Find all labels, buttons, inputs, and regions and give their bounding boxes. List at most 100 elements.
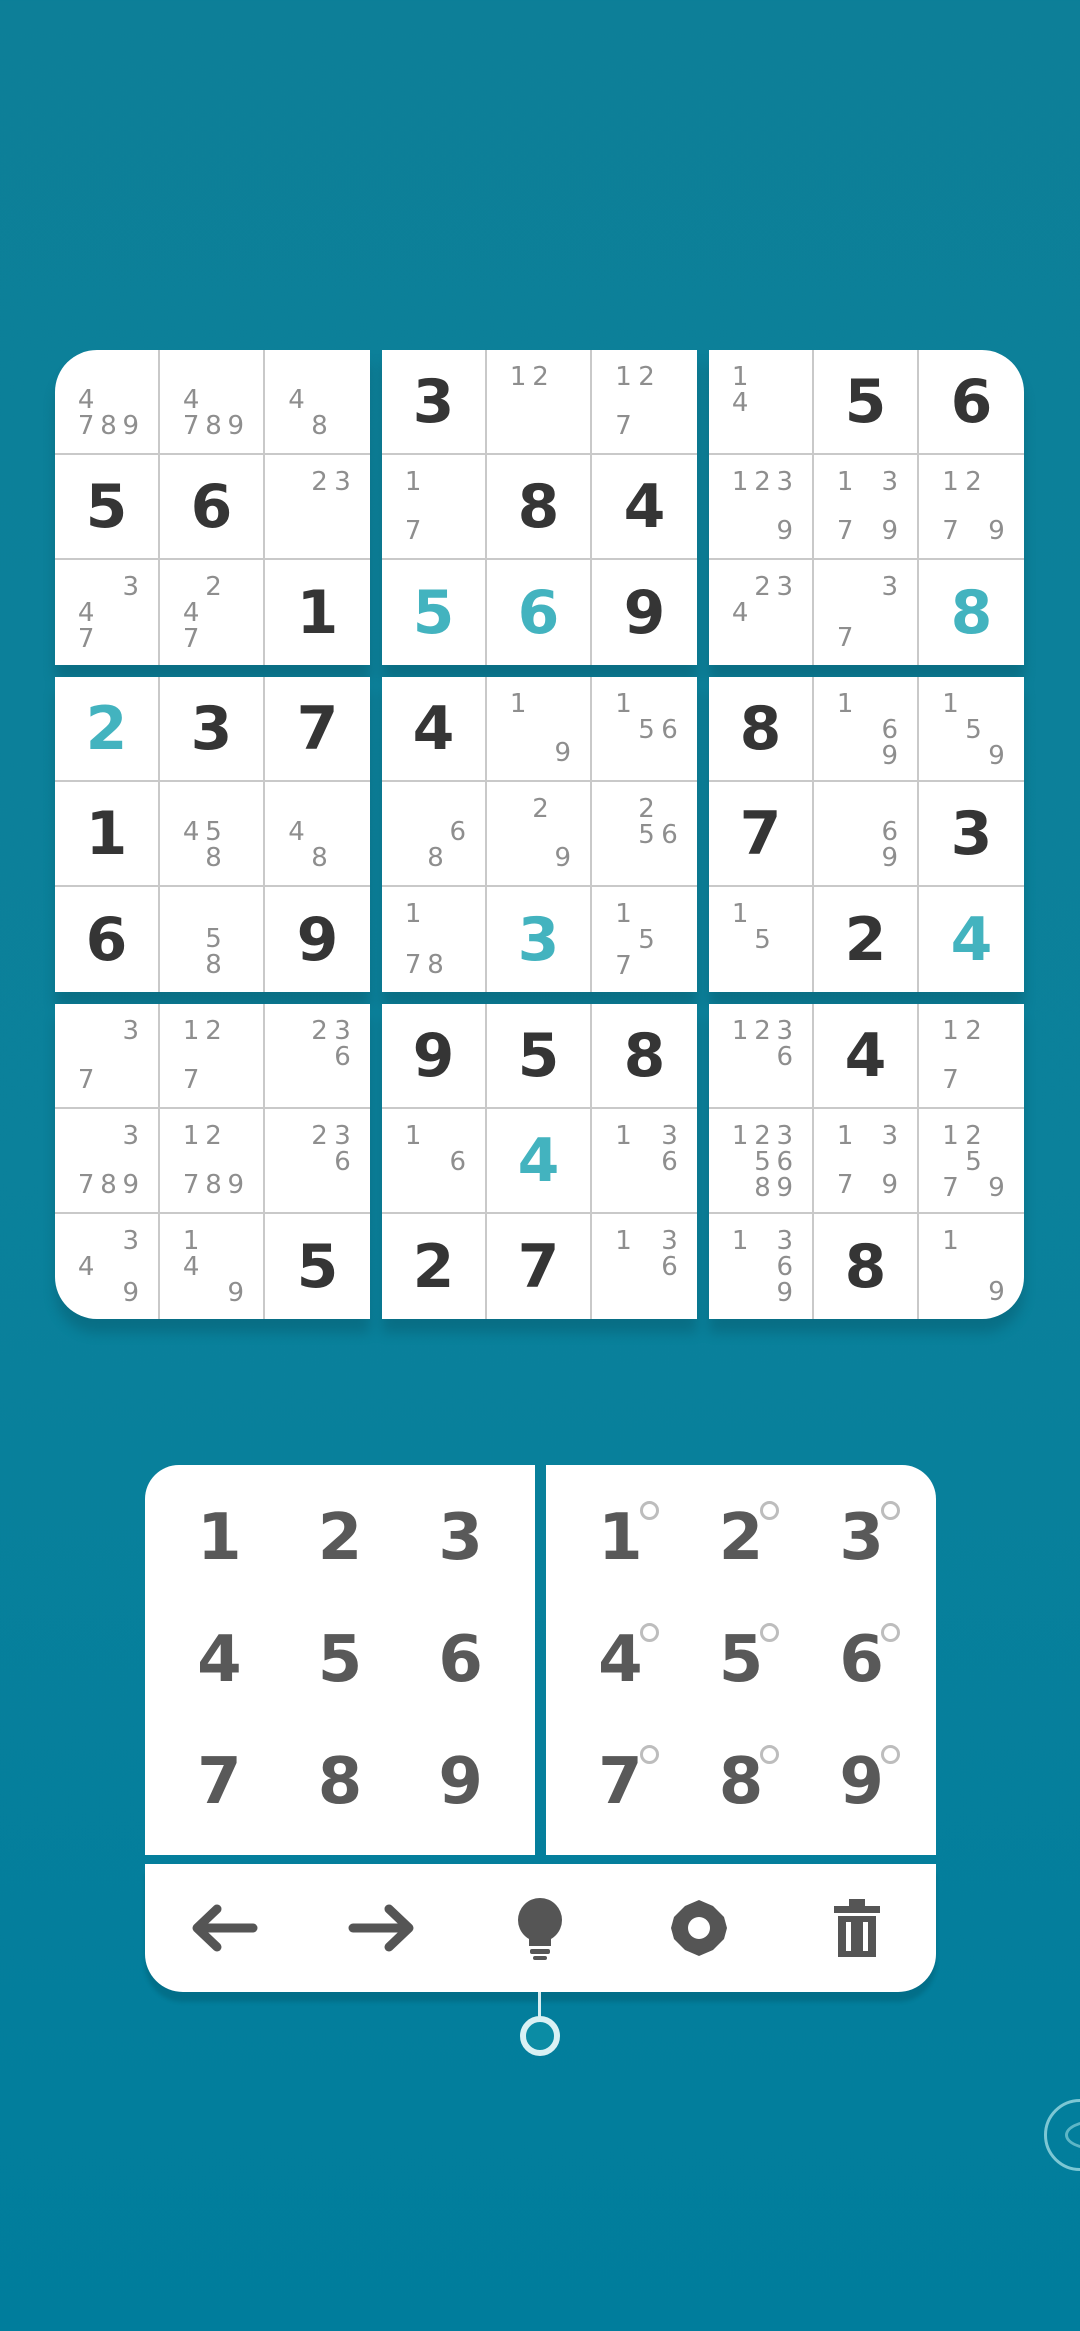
- sudoku-cell[interactable]: 349: [55, 1214, 160, 1319]
- sudoku-cell[interactable]: 7: [709, 782, 814, 887]
- sudoku-cell[interactable]: 1235689: [709, 1109, 814, 1214]
- sudoku-cell[interactable]: 8: [709, 677, 814, 782]
- sudoku-cell[interactable]: 159: [919, 677, 1024, 782]
- sudoku-cell[interactable]: 458: [160, 782, 265, 887]
- sudoku-cell[interactable]: 136: [592, 1214, 697, 1319]
- sudoku-cell[interactable]: 9: [592, 560, 697, 665]
- sudoku-cell[interactable]: 7: [265, 677, 370, 782]
- sudoku-cell[interactable]: 19: [487, 677, 592, 782]
- pull-handle[interactable]: [520, 2016, 560, 2056]
- sudoku-cell[interactable]: 1 78: [382, 887, 487, 992]
- sudoku-cell[interactable]: 4789: [55, 350, 160, 455]
- sudoku-cell[interactable]: 9: [265, 887, 370, 992]
- sudoku-cell[interactable]: 136: [592, 1109, 697, 1214]
- sudoku-cell[interactable]: 347: [55, 560, 160, 665]
- sudoku-cell[interactable]: 6: [919, 350, 1024, 455]
- sudoku-cell[interactable]: 127: [592, 350, 697, 455]
- note-key[interactable]: 9: [801, 1721, 922, 1843]
- sudoku-cell[interactable]: 29: [487, 782, 592, 887]
- sudoku-cell[interactable]: 37: [814, 560, 919, 665]
- sudoku-cell[interactable]: 23: [265, 455, 370, 560]
- sudoku-cell[interactable]: 4: [814, 1004, 919, 1109]
- sudoku-cell[interactable]: 1: [55, 782, 160, 887]
- sudoku-cell[interactable]: 5: [487, 1004, 592, 1109]
- delete-button[interactable]: [817, 1888, 897, 1968]
- sudoku-cell[interactable]: 236: [265, 1109, 370, 1214]
- sudoku-cell[interactable]: 3: [487, 887, 592, 992]
- sudoku-cell[interactable]: 149: [160, 1214, 265, 1319]
- note-key[interactable]: 2: [681, 1477, 802, 1599]
- sudoku-cell[interactable]: 247: [160, 560, 265, 665]
- sudoku-cell[interactable]: 236: [265, 1004, 370, 1109]
- sudoku-cell[interactable]: 3: [919, 782, 1024, 887]
- sudoku-cell[interactable]: 123 9: [709, 455, 814, 560]
- sudoku-cell[interactable]: 3: [160, 677, 265, 782]
- note-key[interactable]: 7: [560, 1721, 681, 1843]
- redo-button[interactable]: [342, 1888, 422, 1968]
- sudoku-cell[interactable]: 68: [382, 782, 487, 887]
- sudoku-cell[interactable]: 1369: [709, 1214, 814, 1319]
- note-key[interactable]: 4: [560, 1599, 681, 1721]
- sudoku-cell[interactable]: 5: [265, 1214, 370, 1319]
- sudoku-cell[interactable]: 5: [382, 560, 487, 665]
- note-key[interactable]: 1: [560, 1477, 681, 1599]
- digit-key[interactable]: 3: [400, 1477, 521, 1599]
- sudoku-cell[interactable]: 19: [919, 1214, 1024, 1319]
- sudoku-cell[interactable]: 4: [487, 1109, 592, 1214]
- sudoku-cell[interactable]: 4: [919, 887, 1024, 992]
- sudoku-cell[interactable]: 9: [382, 1004, 487, 1109]
- sudoku-cell[interactable]: 157: [592, 887, 697, 992]
- sudoku-cell[interactable]: 4: [592, 455, 697, 560]
- sudoku-cell[interactable]: 3: [382, 350, 487, 455]
- sudoku-cell[interactable]: 5: [814, 350, 919, 455]
- sudoku-cell[interactable]: 2: [55, 677, 160, 782]
- note-key[interactable]: 3: [801, 1477, 922, 1599]
- note-key[interactable]: 6: [801, 1599, 922, 1721]
- note-key[interactable]: 5: [681, 1599, 802, 1721]
- sudoku-cell[interactable]: 4789: [160, 350, 265, 455]
- sudoku-cell[interactable]: 169: [814, 677, 919, 782]
- sudoku-cell[interactable]: 5: [55, 455, 160, 560]
- sudoku-cell[interactable]: 8: [919, 560, 1024, 665]
- sudoku-cell[interactable]: 6: [160, 455, 265, 560]
- digit-key[interactable]: 6: [400, 1599, 521, 1721]
- digit-key[interactable]: 7: [159, 1721, 280, 1843]
- sudoku-cell[interactable]: 1: [265, 560, 370, 665]
- sudoku-cell[interactable]: 8: [814, 1214, 919, 1319]
- sudoku-cell[interactable]: 12579: [919, 1109, 1024, 1214]
- sudoku-cell[interactable]: 256: [592, 782, 697, 887]
- sudoku-cell[interactable]: 14: [709, 350, 814, 455]
- digit-key[interactable]: 2: [280, 1477, 401, 1599]
- sudoku-cell[interactable]: 1379: [814, 455, 919, 560]
- sudoku-cell[interactable]: 6: [487, 560, 592, 665]
- floating-bubble[interactable]: [1044, 2099, 1080, 2171]
- sudoku-cell[interactable]: 6: [55, 887, 160, 992]
- sudoku-cell[interactable]: 1236: [709, 1004, 814, 1109]
- digit-key[interactable]: 1: [159, 1477, 280, 1599]
- sudoku-cell[interactable]: 2: [814, 887, 919, 992]
- sudoku-cell[interactable]: 37: [55, 1004, 160, 1109]
- digit-key[interactable]: 5: [280, 1599, 401, 1721]
- sudoku-cell[interactable]: 17: [382, 455, 487, 560]
- digit-key[interactable]: 8: [280, 1721, 401, 1843]
- sudoku-cell[interactable]: 4: [382, 677, 487, 782]
- sudoku-cell[interactable]: 3789: [55, 1109, 160, 1214]
- sudoku-cell[interactable]: 127: [919, 1004, 1024, 1109]
- note-key[interactable]: 8: [681, 1721, 802, 1843]
- sudoku-cell[interactable]: 16: [382, 1109, 487, 1214]
- digit-key[interactable]: 9: [400, 1721, 521, 1843]
- sudoku-cell[interactable]: 2: [382, 1214, 487, 1319]
- sudoku-cell[interactable]: 7: [487, 1214, 592, 1319]
- sudoku-cell[interactable]: 8: [487, 455, 592, 560]
- sudoku-cell[interactable]: 1279: [919, 455, 1024, 560]
- sudoku-cell[interactable]: 127: [160, 1004, 265, 1109]
- sudoku-cell[interactable]: 48: [265, 350, 370, 455]
- sudoku-cell[interactable]: 48: [265, 782, 370, 887]
- sudoku-cell[interactable]: 156: [592, 677, 697, 782]
- digit-key[interactable]: 4: [159, 1599, 280, 1721]
- sudoku-cell[interactable]: 58: [160, 887, 265, 992]
- sudoku-cell[interactable]: 15: [709, 887, 814, 992]
- hint-button[interactable]: [500, 1888, 580, 1968]
- sudoku-cell[interactable]: 12789: [160, 1109, 265, 1214]
- sudoku-cell[interactable]: 12: [487, 350, 592, 455]
